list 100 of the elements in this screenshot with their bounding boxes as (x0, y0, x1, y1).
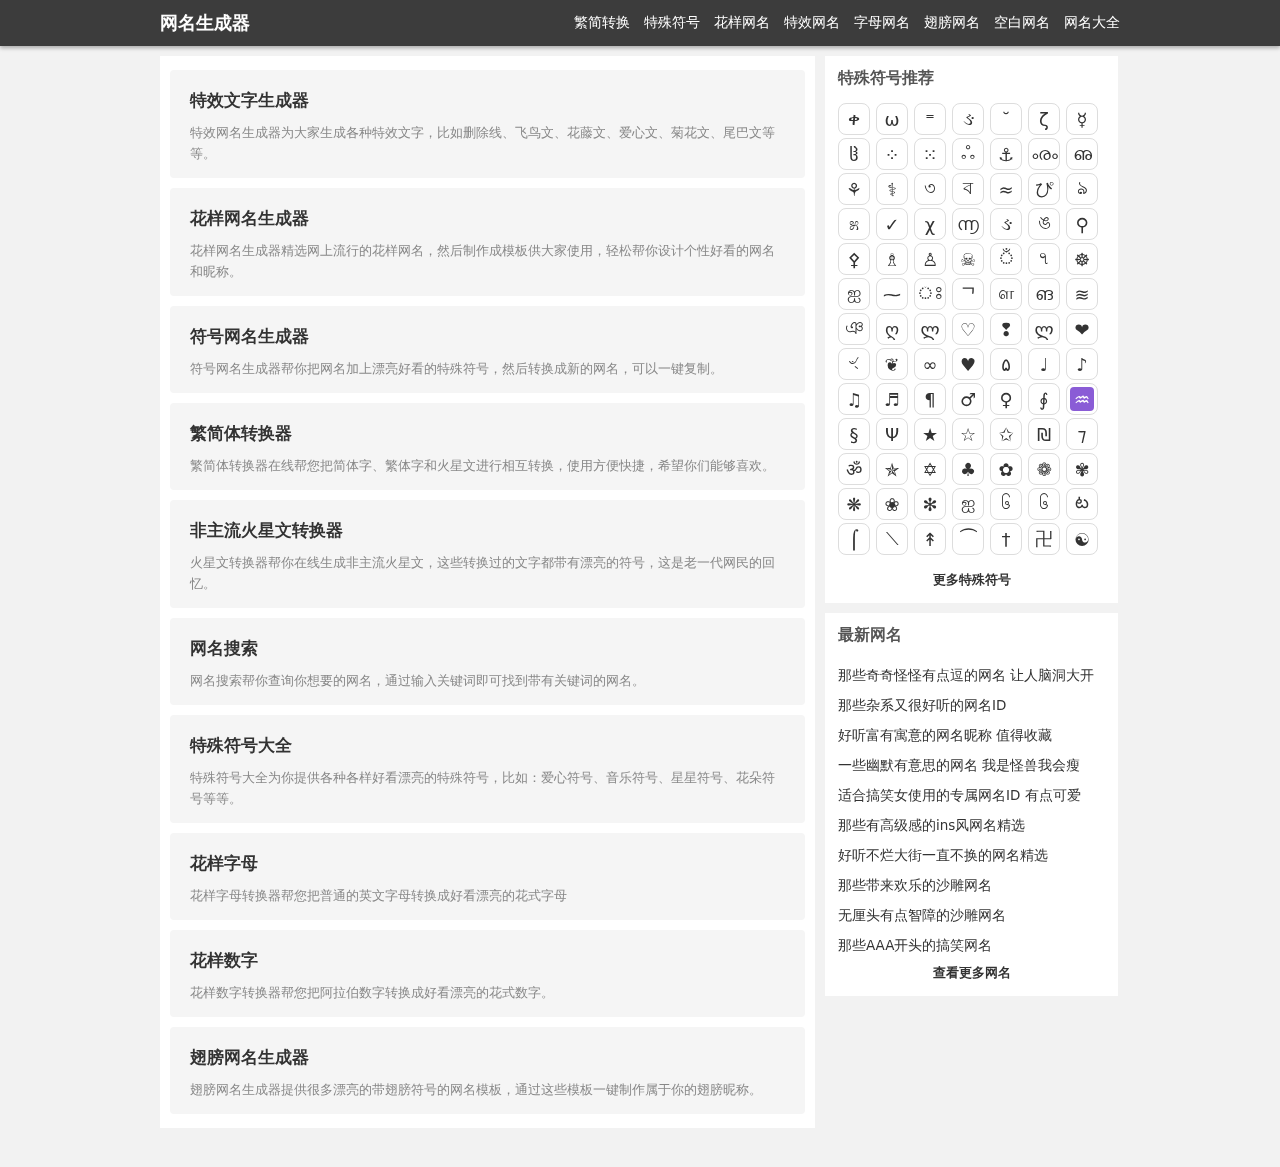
symbol-button[interactable]: ⁓ (876, 278, 908, 310)
symbol-button[interactable]: ☠ (952, 243, 984, 275)
symbol-button[interactable]: ¶ (914, 383, 946, 415)
symbol-button[interactable]: ✓ (876, 208, 908, 240)
symbol-button[interactable]: ೫ (838, 208, 870, 240)
symbol-button[interactable]: ✾ (1066, 453, 1098, 485)
nav-link[interactable]: 翅膀网名 (924, 14, 980, 32)
nav-link[interactable]: 字母网名 (854, 14, 910, 32)
name-list-link[interactable]: 适合搞笑女使用的专属网名ID 有点可爱 (838, 780, 1105, 810)
symbol-button[interactable]: ၆ (1028, 488, 1060, 520)
symbol-button[interactable]: ഌ (1066, 138, 1098, 170)
symbol-button[interactable]: ஃ (952, 138, 984, 170)
symbol-button[interactable]: ♀ (990, 383, 1022, 415)
symbol-button[interactable]: ઙ (990, 208, 1022, 240)
symbol-button[interactable]: ⌠ (838, 523, 870, 555)
symbol-button[interactable]: ⚕ (876, 173, 908, 205)
tool-title[interactable]: 特殊符号大全 (190, 735, 785, 757)
symbol-button[interactable]: ლ (1028, 313, 1060, 345)
nav-link[interactable]: 繁简转换 (574, 14, 630, 32)
symbol-button[interactable]: ✻ (914, 488, 946, 520)
symbol-button[interactable]: ❀ (876, 488, 908, 520)
symbol-button[interactable]: ♫ (838, 383, 870, 415)
symbol-button[interactable]: ቀ (838, 103, 870, 135)
symbol-button[interactable]: ۵ (990, 348, 1022, 380)
symbol-button[interactable]: ≈ (990, 173, 1022, 205)
symbol-button[interactable]: ♂ (952, 383, 984, 415)
symbol-button[interactable]: ঁ (990, 243, 1022, 275)
symbol-button[interactable]: ლ (914, 313, 946, 345)
tool-title[interactable]: 符号网名生成器 (190, 326, 785, 348)
name-list-link[interactable]: 好听富有寓意的网名昵称 值得收藏 (838, 720, 1105, 750)
symbol-button[interactable]: ぴ (1028, 173, 1060, 205)
symbol-button[interactable]: ღ (876, 313, 908, 345)
more-names-link[interactable]: 查看更多网名 (838, 964, 1105, 982)
symbol-button[interactable]: ☆ (952, 418, 984, 450)
symbol-button[interactable]: ઙ (952, 103, 984, 135)
name-list-link[interactable]: 无厘头有点智障的沙雕网名 (838, 900, 1105, 930)
symbol-button[interactable]: ৼ (838, 348, 870, 380)
symbol-button[interactable]: ☿ (1066, 103, 1098, 135)
tool-title[interactable]: 翅膀网名生成器 (190, 1047, 785, 1069)
symbol-button[interactable]: ⁊ (1066, 418, 1098, 450)
symbol-button[interactable]: ♡ (952, 313, 984, 345)
symbol-button[interactable]: ♥ (952, 348, 984, 380)
symbol-button[interactable]: ঃ (914, 278, 946, 310)
more-symbols-link[interactable]: 更多特殊符号 (838, 571, 1105, 589)
symbol-button[interactable]: 卍 (1028, 523, 1060, 555)
tool-title[interactable]: 花样字母 (190, 853, 785, 875)
tool-title[interactable]: 花样网名生成器 (190, 208, 785, 230)
symbol-button[interactable]: ⁼ (914, 103, 946, 135)
nav-link[interactable]: 花样网名 (714, 14, 770, 32)
nav-link[interactable]: 网名大全 (1064, 14, 1120, 32)
symbol-button[interactable]: ట (1066, 488, 1098, 520)
symbol-button[interactable]: ₪ (1028, 418, 1060, 450)
symbol-button[interactable]: ৭ (1028, 243, 1060, 275)
symbol-button[interactable]: ♗ (876, 243, 908, 275)
symbol-button[interactable]: ⚓ (990, 138, 1022, 170)
symbol-button[interactable]: ≋ (1066, 278, 1098, 310)
nav-link[interactable]: 特殊符号 (644, 14, 700, 32)
symbol-button[interactable]: ॐ (838, 453, 870, 485)
symbol-button[interactable]: ൬ (952, 208, 984, 240)
name-list-link[interactable]: 那些AAA开头的搞笑网名 (838, 930, 1105, 960)
symbol-button[interactable]: ˘ (990, 103, 1022, 135)
symbol-button[interactable]: ৩ (914, 173, 946, 205)
symbol-button[interactable]: ☯ (1066, 523, 1098, 555)
symbol-button[interactable]: ♒ (1066, 383, 1098, 415)
name-list-link[interactable]: 那些带来欢乐的沙雕网名 (838, 870, 1105, 900)
symbol-button[interactable]: ↟ (914, 523, 946, 555)
symbol-button[interactable]: ❋ (838, 488, 870, 520)
symbol-button[interactable]: ☸ (1066, 243, 1098, 275)
symbol-button[interactable]: ∞ (914, 348, 946, 380)
symbol-button[interactable]: ൟ (1028, 138, 1060, 170)
symbol-button[interactable]: ❤ (1066, 313, 1098, 345)
symbol-button[interactable]: ঙ (1028, 208, 1060, 240)
name-list-link[interactable]: 一些幽默有意思的网名 我是怪兽我会瘦 (838, 750, 1105, 780)
symbol-button[interactable]: ❁ (1028, 453, 1060, 485)
symbol-button[interactable]: § (838, 418, 870, 450)
symbol-button[interactable]: ⚘ (838, 173, 870, 205)
symbol-button[interactable]: ω (876, 103, 908, 135)
symbol-button[interactable]: ঞ (838, 313, 870, 345)
symbol-button[interactable]: χ (914, 208, 946, 240)
name-list-link[interactable]: 那些奇奇怪怪有点逗的网名 让人脑洞大开 (838, 660, 1105, 690)
name-list-link[interactable]: 那些杂系又很好听的网名ID (838, 690, 1105, 720)
symbol-button[interactable]: ᄀ (952, 278, 984, 310)
symbol-button[interactable]: ஐ (952, 488, 984, 520)
symbol-button[interactable]: ঌ (1066, 173, 1098, 205)
symbol-button[interactable]: ♙ (914, 243, 946, 275)
symbol-button[interactable]: ★ (914, 418, 946, 450)
symbol-button[interactable]: ⁘ (876, 138, 908, 170)
tool-title[interactable]: 花样数字 (190, 950, 785, 972)
symbol-button[interactable]: ✩ (990, 418, 1022, 450)
symbol-button[interactable]: ♬ (876, 383, 908, 415)
symbol-button[interactable]: ✿ (990, 453, 1022, 485)
symbol-button[interactable]: ⟍ (876, 523, 908, 555)
site-logo[interactable]: 网名生成器 (160, 11, 250, 35)
symbol-button[interactable]: ♪ (1066, 348, 1098, 380)
symbol-button[interactable]: ব (952, 173, 984, 205)
tool-title[interactable]: 非主流火星文转换器 (190, 520, 785, 542)
nav-link[interactable]: 特效网名 (784, 14, 840, 32)
symbol-button[interactable]: Ψ (876, 418, 908, 450)
symbol-button[interactable]: ஐ (838, 278, 870, 310)
symbol-button[interactable]: ✯ (876, 453, 908, 485)
